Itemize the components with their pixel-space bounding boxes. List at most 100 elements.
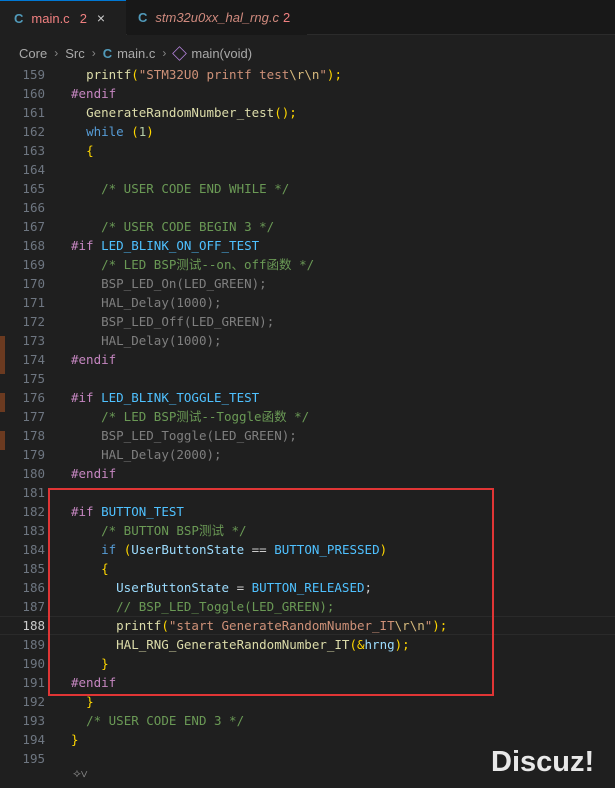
code-line[interactable]: 169 /* LED BSP测试--on、off函数 */ xyxy=(0,255,615,274)
breadcrumb-item-src[interactable]: Src xyxy=(65,46,85,61)
line-number: 175 xyxy=(22,371,45,386)
line-number: 182 xyxy=(22,504,45,519)
line-number: 159 xyxy=(22,67,45,82)
line-number: 163 xyxy=(22,143,45,158)
line-number: 171 xyxy=(22,295,45,310)
line-number: 187 xyxy=(22,599,45,614)
line-number: 181 xyxy=(22,485,45,500)
code-line[interactable]: 172 BSP_LED_Off(LED_GREEN); xyxy=(0,312,615,331)
line-number: 193 xyxy=(22,713,45,728)
code-line[interactable]: 176 #if LED_BLINK_TOGGLE_TEST xyxy=(0,388,615,407)
code-line[interactable]: 162 while (1) xyxy=(0,122,615,141)
line-number: 160 xyxy=(22,86,45,101)
code-line[interactable]: 173 HAL_Delay(1000); xyxy=(0,331,615,350)
line-number: 168 xyxy=(22,238,45,253)
breadcrumb-item-file[interactable]: main.c xyxy=(117,46,155,61)
editor-tab-bar: C main.c 2 × C stm32u0xx_hal_rng.c 2 xyxy=(0,0,615,35)
line-source: HAL_Delay(1000); xyxy=(101,295,222,310)
line-number: 188 xyxy=(22,618,45,633)
line-number: 189 xyxy=(22,637,45,652)
code-line[interactable]: 177 /* LED BSP测试--Toggle函数 */ xyxy=(0,407,615,426)
tab-label: stm32u0xx_hal_rng.c xyxy=(155,10,279,25)
code-line[interactable]: 180 #endif xyxy=(0,464,615,483)
line-number: 174 xyxy=(22,352,45,367)
code-line[interactable]: 160 #endif xyxy=(0,84,615,103)
line-number: 165 xyxy=(22,181,45,196)
gutter-change-marker xyxy=(0,355,5,374)
line-number: 172 xyxy=(22,314,45,329)
code-line[interactable]: 163 { xyxy=(0,141,615,160)
line-source: /* LED BSP测试--on、off函数 */ xyxy=(101,257,315,272)
code-line[interactable]: 179 HAL_Delay(2000); xyxy=(0,445,615,464)
code-line[interactable]: 174 #endif xyxy=(0,350,615,369)
c-file-icon: C xyxy=(14,10,24,26)
line-source: HAL_Delay(1000); xyxy=(101,333,222,348)
line-number: 184 xyxy=(22,542,45,557)
code-line[interactable]: 193 /* USER CODE END 3 */ xyxy=(0,711,615,730)
tab-label: main.c xyxy=(31,10,70,26)
breadcrumb-item-core[interactable]: Core xyxy=(19,46,47,61)
watermark-logo: Discuz! xyxy=(491,746,595,778)
line-source: #endif xyxy=(71,352,117,367)
fold-chevron-icon[interactable]: ⟡∨ xyxy=(73,766,88,781)
line-source: #if LED_BLINK_TOGGLE_TEST xyxy=(71,390,260,405)
code-line[interactable]: 164 xyxy=(0,160,615,179)
line-number: 195 xyxy=(22,751,45,766)
gutter-change-marker xyxy=(0,393,5,412)
line-number: 164 xyxy=(22,162,45,177)
gutter-change-marker xyxy=(0,336,5,355)
line-number: 177 xyxy=(22,409,45,424)
line-number: 166 xyxy=(22,200,45,215)
code-line[interactable]: 168 #if LED_BLINK_ON_OFF_TEST xyxy=(0,236,615,255)
line-number: 183 xyxy=(22,523,45,538)
line-source: #endif xyxy=(71,86,117,101)
line-number: 192 xyxy=(22,694,45,709)
line-number: 186 xyxy=(22,580,45,595)
line-source: /* USER CODE BEGIN 3 */ xyxy=(101,219,275,234)
line-source: #if LED_BLINK_ON_OFF_TEST xyxy=(71,238,260,253)
error-count-badge: 2 xyxy=(79,10,87,26)
line-source: GenerateRandomNumber_test(); xyxy=(86,105,297,120)
breadcrumb-item-function[interactable]: main(void) xyxy=(191,46,252,61)
line-source: /* USER CODE END WHILE */ xyxy=(101,181,290,196)
chevron-right-icon: › xyxy=(54,46,59,60)
code-line[interactable]: 178 BSP_LED_Toggle(LED_GREEN); xyxy=(0,426,615,445)
line-source: #endif xyxy=(71,466,117,481)
tab-stm32u0xx-hal-rng-c[interactable]: C stm32u0xx_hal_rng.c 2 xyxy=(127,0,307,35)
line-number: 180 xyxy=(22,466,45,481)
chevron-right-icon: › xyxy=(91,46,96,60)
line-number: 191 xyxy=(22,675,45,690)
line-source: BSP_LED_Toggle(LED_GREEN); xyxy=(101,428,297,443)
code-line[interactable]: 166 xyxy=(0,198,615,217)
line-number: 161 xyxy=(22,105,45,120)
code-line[interactable]: 161 GenerateRandomNumber_test(); xyxy=(0,103,615,122)
code-line[interactable]: 171 HAL_Delay(1000); xyxy=(0,293,615,312)
line-source: /* USER CODE END 3 */ xyxy=(86,713,245,728)
c-file-icon: C xyxy=(138,10,148,25)
code-line[interactable]: 175 xyxy=(0,369,615,388)
line-source: /* LED BSP测试--Toggle函数 */ xyxy=(101,409,310,424)
line-source: BSP_LED_Off(LED_GREEN); xyxy=(101,314,275,329)
code-line[interactable]: 167 /* USER CODE BEGIN 3 */ xyxy=(0,217,615,236)
line-source: HAL_Delay(2000); xyxy=(101,447,222,462)
c-file-icon: C xyxy=(102,45,113,61)
line-number: 167 xyxy=(22,219,45,234)
line-number: 170 xyxy=(22,276,45,291)
line-source: } xyxy=(71,732,79,747)
gutter-change-marker xyxy=(0,431,5,450)
line-number: 169 xyxy=(22,257,45,272)
code-line[interactable]: 170 BSP_LED_On(LED_GREEN); xyxy=(0,274,615,293)
line-number: 179 xyxy=(22,447,45,462)
line-number: 185 xyxy=(22,561,45,576)
close-icon[interactable]: × xyxy=(97,10,105,26)
breadcrumb: Core › Src › C main.c › main(void) xyxy=(0,42,615,64)
code-line[interactable]: 165 /* USER CODE END WHILE */ xyxy=(0,179,615,198)
code-line[interactable]: 159 printf("STM32U0 printf test\r\n"); xyxy=(0,65,615,84)
line-source: printf("STM32U0 printf test\r\n"); xyxy=(86,67,342,82)
line-source: { xyxy=(86,143,94,158)
line-number: 178 xyxy=(22,428,45,443)
tab-main-c[interactable]: C main.c 2 × xyxy=(0,0,126,35)
line-number: 190 xyxy=(22,656,45,671)
annotation-highlight-box xyxy=(48,488,494,696)
chevron-right-icon: › xyxy=(162,46,167,60)
